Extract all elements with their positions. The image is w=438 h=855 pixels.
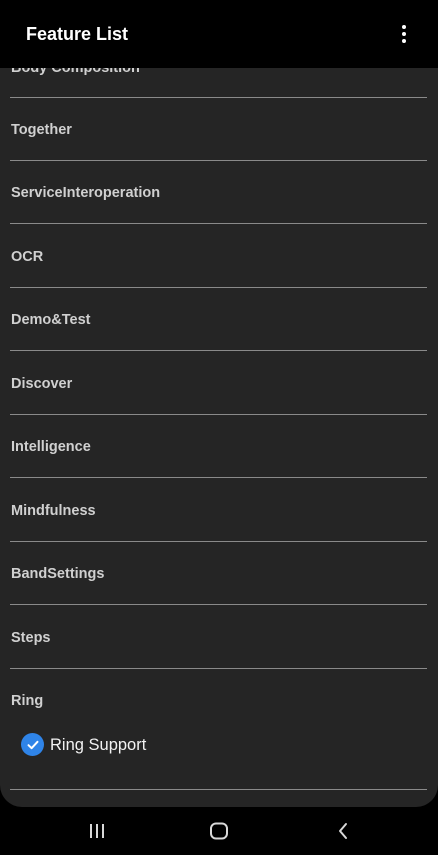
list-item[interactable]: Mindfulness [0,479,438,543]
list-item[interactable]: Demo&Test [0,288,438,352]
list-item-label: Together [11,122,72,138]
recents-icon[interactable] [82,819,112,843]
system-nav-bar [0,807,438,855]
list-item-label: Intelligence [11,439,91,455]
divider [10,604,427,605]
list-item[interactable]: Together [0,98,438,162]
list-item-label: Discover [11,376,73,392]
feature-list: Body Composition Together ServiceInterop… [0,68,438,807]
back-icon[interactable] [328,819,358,843]
checkbox-checked-icon[interactable] [21,733,44,756]
list-item: Ring [0,669,438,733]
list-item[interactable]: ServiceInteroperation [0,161,438,225]
list-item-label: Body Composition [11,68,140,76]
page-title: Feature List [26,23,129,44]
list-item-label: ServiceInteroperation [11,185,161,201]
ring-support-option[interactable]: Ring Support [0,725,438,765]
list-item[interactable]: Body Composition [0,68,438,98]
divider [10,789,427,790]
list-item[interactable]: OCR [0,225,438,289]
list-item-label: BandSettings [11,566,105,582]
divider [10,477,427,478]
list-item-label: Demo&Test [11,312,91,328]
app-bar: Feature List [0,0,438,68]
list-item-label: Mindfulness [11,503,96,519]
list-item-label: Ring [11,693,44,709]
list-item-label: OCR [11,249,44,265]
more-vertical-icon[interactable] [392,19,416,49]
list-item[interactable]: Intelligence [0,415,438,479]
divider [10,350,427,351]
home-icon[interactable] [204,819,234,843]
checkbox-label: Ring Support [50,736,147,754]
list-item[interactable]: BandSettings [0,542,438,606]
divider [10,223,427,224]
list-item-label: Steps [11,630,51,646]
list-item[interactable]: Steps [0,606,438,670]
list-item[interactable]: Discover [0,352,438,416]
